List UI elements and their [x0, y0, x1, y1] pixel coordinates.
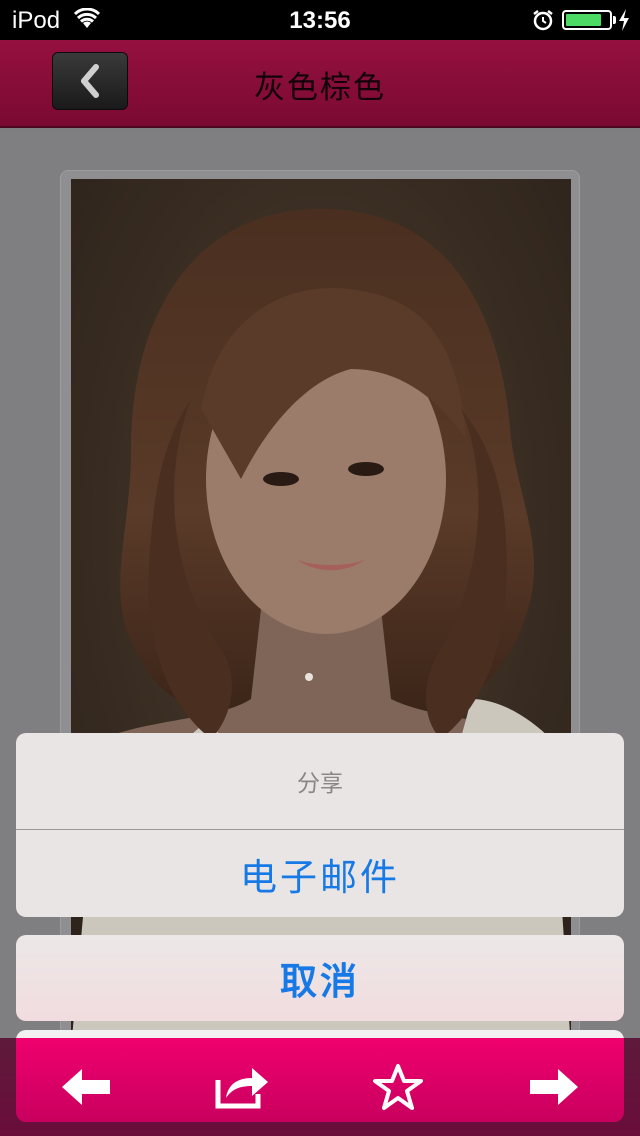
battery-fill — [566, 14, 602, 26]
cancel-button[interactable]: 取消 — [16, 935, 624, 1021]
next-button[interactable] — [524, 1060, 584, 1114]
alarm-icon — [533, 10, 553, 31]
charging-icon — [619, 9, 629, 31]
arrow-left-icon — [62, 1069, 110, 1105]
previous-button[interactable] — [56, 1060, 116, 1114]
nav-bar: 灰色棕色 — [0, 40, 640, 128]
favorite-button[interactable] — [368, 1060, 428, 1114]
portrait-illustration — [71, 179, 571, 1049]
share-button[interactable] — [212, 1060, 272, 1114]
share-action-sheet: 分享 电子邮件 — [16, 733, 624, 917]
hairstyle-photo[interactable] — [71, 179, 571, 1049]
action-sheet-title: 分享 — [16, 733, 624, 830]
star-icon — [373, 1064, 423, 1110]
arrow-right-icon — [530, 1069, 578, 1105]
email-share-button[interactable]: 电子邮件 — [16, 830, 624, 917]
status-bar: iPod 13:56 — [0, 0, 640, 40]
toolbar-background — [16, 1038, 624, 1122]
battery-icon — [562, 10, 612, 30]
share-icon — [215, 1068, 268, 1109]
page-title: 灰色棕色 — [254, 70, 386, 106]
battery-tip — [613, 16, 616, 24]
bottom-toolbar — [0, 1038, 640, 1136]
